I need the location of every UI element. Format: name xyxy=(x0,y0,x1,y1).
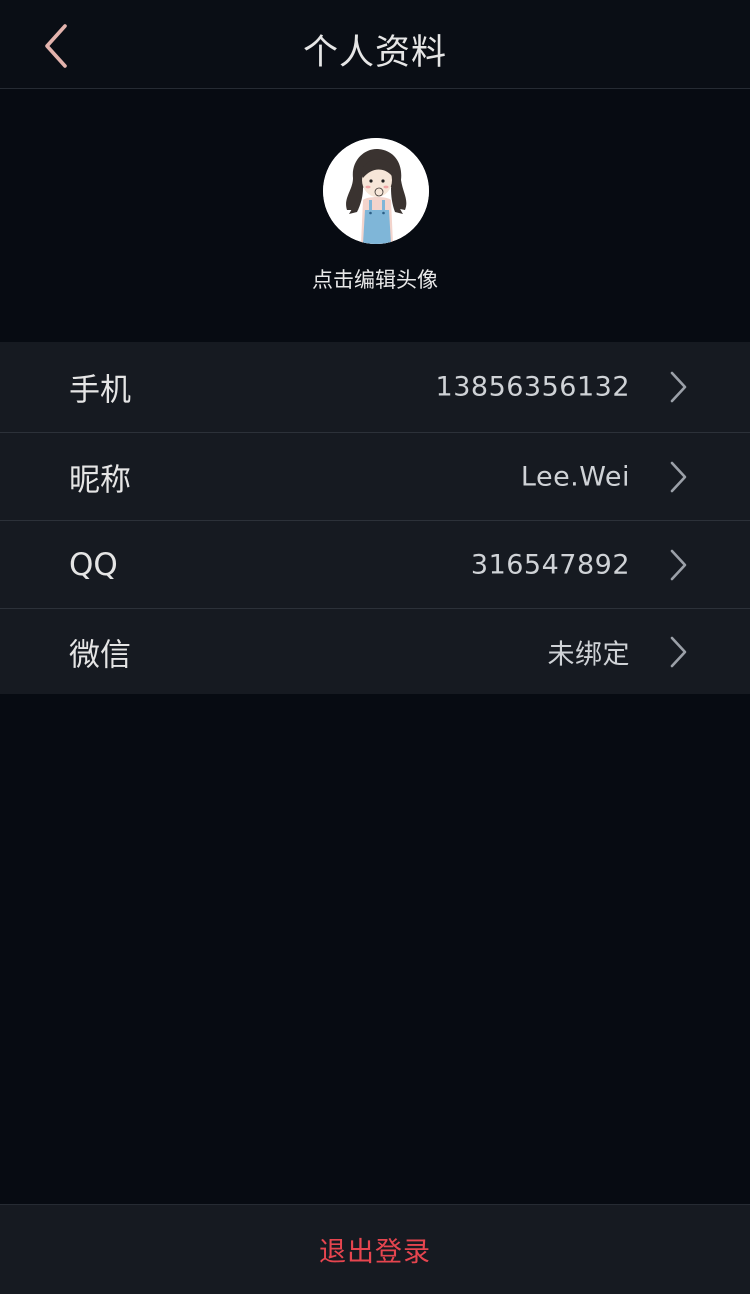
row-phone[interactable]: 手机 13856356132 xyxy=(0,342,750,433)
row-label: 微信 xyxy=(69,637,131,673)
row-label: 手机 xyxy=(69,372,131,409)
row-value: Lee.Wei xyxy=(520,461,630,492)
row-nickname[interactable]: 昵称 Lee.Wei xyxy=(0,433,750,521)
logout-label: 退出登录 xyxy=(319,1237,431,1268)
page-title: 个人资料 xyxy=(302,33,447,73)
chevron-right-icon xyxy=(670,636,687,667)
avatar-illustration xyxy=(323,138,429,244)
row-label: QQ xyxy=(69,546,118,583)
logout-button[interactable]: 退出登录 xyxy=(0,1204,750,1294)
nav-bar: 个人资料 xyxy=(0,0,750,89)
row-value: 316547892 xyxy=(470,549,630,580)
row-label: 昵称 xyxy=(69,462,131,498)
row-value: 13856356132 xyxy=(435,371,630,403)
chevron-right-icon xyxy=(670,549,687,580)
chevron-right-icon xyxy=(670,461,687,492)
row-qq[interactable]: QQ 316547892 xyxy=(0,521,750,609)
row-wechat[interactable]: 微信 未绑定 xyxy=(0,609,750,694)
profile-list: 手机 13856356132 昵称 Lee.Wei QQ 316547892 微… xyxy=(0,342,750,694)
row-value: 未绑定 xyxy=(547,639,630,670)
edit-avatar-label[interactable]: 点击编辑头像 xyxy=(0,264,750,294)
avatar-section: 点击编辑头像 xyxy=(0,90,750,342)
avatar[interactable] xyxy=(323,138,429,244)
chevron-right-icon xyxy=(670,371,687,403)
profile-screen: 个人资料 点击编辑头像 手机 13856356132 昵称 Lee.Wei QQ… xyxy=(0,0,750,1294)
